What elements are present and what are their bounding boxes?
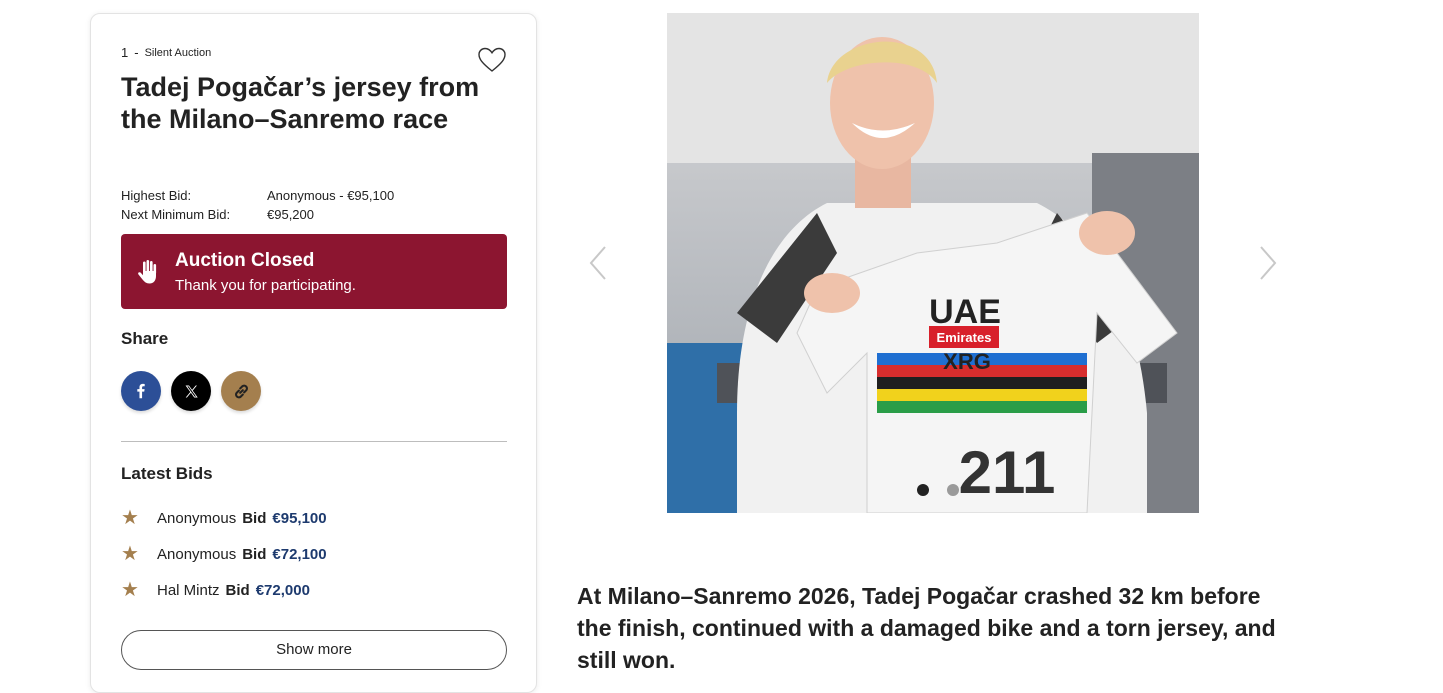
highest-bid-label: Highest Bid: <box>121 188 192 203</box>
gallery-dot-2[interactable] <box>947 484 959 496</box>
gallery-prev-arrow-icon[interactable] <box>587 245 609 281</box>
lot-type: Silent Auction <box>144 46 212 59</box>
share-x-button[interactable] <box>171 371 211 411</box>
gallery-next-arrow-icon[interactable] <box>1257 245 1279 281</box>
lot-line: 1 - Silent Auction <box>121 45 211 60</box>
auction-closed-heading: Auction Closed <box>175 250 315 271</box>
next-min-bid-label: Next Minimum Bid: <box>121 207 231 222</box>
bidder-name: Hal Mintz <box>157 581 220 599</box>
share-facebook-button[interactable] <box>121 371 161 411</box>
copy-link-button[interactable] <box>221 371 261 411</box>
lot-description: At Milano–Sanremo 2026, Tadej Pogačar cr… <box>577 583 1276 673</box>
star-icon: ★ <box>121 579 139 601</box>
gallery-dot-1[interactable] <box>917 484 929 496</box>
section-divider <box>121 441 507 442</box>
bid-amount: €72,000 <box>255 581 310 599</box>
auction-closed-message: Thank you for participating. <box>175 277 356 294</box>
lot-photo: Emirates UAE XRG 211 <box>667 13 1199 513</box>
jersey-sponsor-text: Emirates <box>937 330 992 345</box>
jersey-brand-text: XRG <box>943 349 991 374</box>
bidder-name: Anonymous <box>157 545 237 563</box>
link-icon <box>234 384 248 398</box>
star-icon: ★ <box>121 543 139 565</box>
auction-closed-banner: Auction Closed Thank you for participati… <box>121 234 507 309</box>
star-icon: ★ <box>121 507 139 529</box>
lot-number: 1 <box>121 45 129 60</box>
bid-label: Bid <box>242 509 267 527</box>
facebook-icon <box>137 383 145 399</box>
jersey-number-text: 211 <box>959 439 1056 506</box>
x-icon <box>185 385 198 397</box>
jersey-team-text: UAE <box>929 293 1001 331</box>
lot-separator: - <box>134 45 139 60</box>
bid-list-item: ★ Anonymous Bid €95,100 <box>121 507 327 529</box>
bid-amount: €95,100 <box>272 509 327 527</box>
latest-bids-heading: Latest Bids <box>121 464 213 483</box>
show-more-button[interactable]: Show more <box>121 630 507 670</box>
next-min-bid-value: €95,200 <box>267 207 314 222</box>
lot-image-gallery[interactable]: Emirates UAE XRG 211 <box>667 13 1199 513</box>
bid-list-item: ★ Hal Mintz Bid €72,000 <box>121 579 310 601</box>
bidder-name: Anonymous <box>157 509 237 527</box>
share-heading: Share <box>121 329 169 348</box>
favorite-heart-icon[interactable] <box>477 46 507 74</box>
bid-summary: Highest Bid: Anonymous - €95,100 Next Mi… <box>121 186 394 224</box>
bid-list-item: ★ Anonymous Bid €72,100 <box>121 543 327 565</box>
stop-hand-icon <box>138 260 157 284</box>
gallery-pagination <box>917 484 959 496</box>
lot-title: Tadej Pogačar’s jersey from the Milano–S… <box>121 72 480 134</box>
highest-bid-value: Anonymous - €95,100 <box>267 188 395 203</box>
bid-amount: €72,100 <box>272 545 327 563</box>
bid-label: Bid <box>242 545 267 563</box>
bid-label: Bid <box>225 581 250 599</box>
lot-card: 1 - Silent Auction Tadej Pogačar’s jerse… <box>90 13 537 693</box>
